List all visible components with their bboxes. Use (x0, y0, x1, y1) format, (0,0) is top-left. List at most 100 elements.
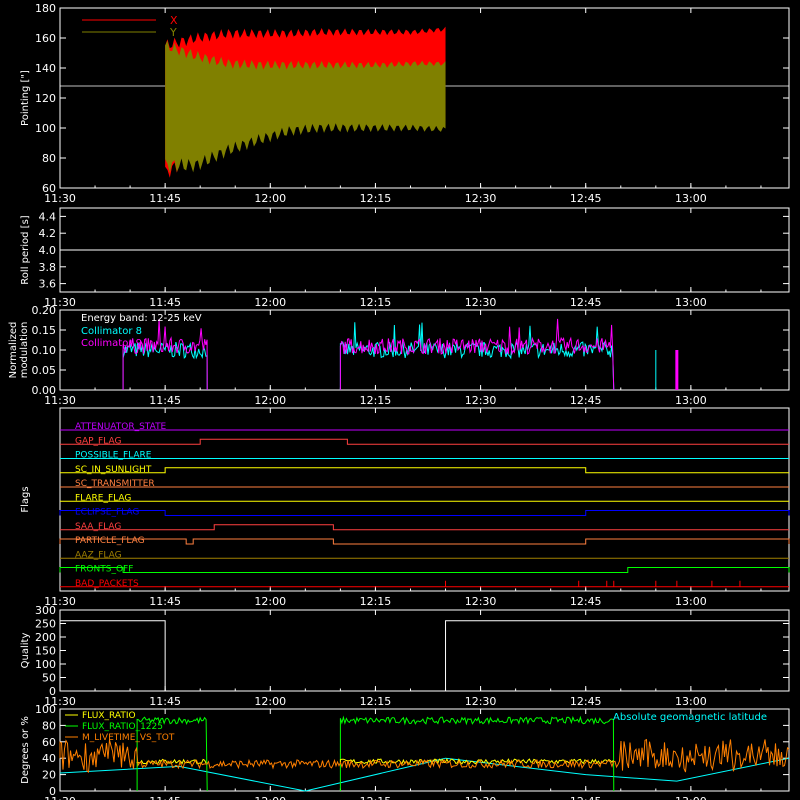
flag-label: ATTENUATOR_STATE (75, 422, 167, 432)
y-tick-label: 80 (42, 152, 56, 165)
y-axis-label: Quality (20, 633, 31, 669)
x-tick-label: 11:45 (149, 795, 181, 800)
series-collimator-8 (339, 322, 615, 391)
y-tick-label: 4.2 (39, 227, 57, 240)
panel-5: 11:30 11:45 12:00 12:15 12:30 12:45 13:00Quali… (20, 604, 790, 708)
energy-band-annotation: Energy band: 12-25 keV (81, 313, 202, 324)
plot-frame (59, 609, 790, 692)
y-tick-label: 300 (35, 604, 56, 617)
x-tick-label: 11:45 (149, 192, 181, 205)
x-tick-label: 12:15 (360, 296, 392, 309)
y-tick-label: 120 (35, 92, 56, 105)
y-tick-label: 0.00 (32, 384, 57, 397)
y-axis-label: Roll period [s] (20, 215, 31, 284)
x-tick-label: 12:15 (360, 595, 392, 608)
plot-frame (59, 407, 790, 592)
y-tick-label: 0.10 (32, 344, 57, 357)
flag-label: FLARE_FLAG (75, 493, 131, 503)
y-tick-label: 0.05 (32, 364, 57, 377)
legend-label: Y (169, 26, 177, 39)
x-tick-label: 12:30 (465, 695, 497, 708)
legend-label: Collimator 9 (81, 338, 142, 349)
y-tick-label: 0.20 (32, 304, 57, 317)
flag-label: PARTICLE_FLAG (75, 536, 145, 546)
x-tick-label: 12:45 (570, 394, 602, 407)
flag-line-eclipse-flag (59, 510, 790, 516)
x-tick-label: 11:45 (149, 394, 181, 407)
y-tick-label: 100 (35, 658, 56, 671)
flag-label: GAP_FLAG (75, 436, 121, 446)
flag-label: AAZ_FLAG (75, 550, 122, 560)
y-tick-label: 180 (35, 2, 56, 15)
x-tick-label: 13:00 (675, 296, 707, 309)
y-tick-label: 20 (42, 769, 56, 782)
panel-2: 11:30 11:45 12:00 12:15 12:30 12:45 13:00Roll … (20, 207, 790, 309)
x-tick-label: 12:30 (465, 394, 497, 407)
x-tick-label: 13:00 (675, 394, 707, 407)
flag-label: SC_IN_SUNLIGHT (75, 465, 152, 475)
x-tick-label: 11:45 (149, 595, 181, 608)
y-tick-label: 250 (35, 618, 56, 631)
panel-6: 11:3011:4512:0012:1512:3012:4513:00Degre… (20, 703, 790, 800)
flag-label: ECLIPSE_FLAG (75, 508, 139, 518)
x-tick-label: 12:00 (254, 192, 286, 205)
x-tick-label: 12:00 (254, 595, 286, 608)
x-tick-label: 12:45 (570, 695, 602, 708)
y-tick-label: 60 (42, 182, 56, 195)
x-tick-label: 12:00 (254, 296, 286, 309)
flag-line-sc-in-sunlight (60, 467, 789, 474)
x-tick-label: 12:30 (465, 595, 497, 608)
y-axis-label: Pointing ["] (20, 70, 31, 126)
x-tick-label: 13:00 (675, 595, 707, 608)
x-tick-label: 12:15 (360, 394, 392, 407)
y-tick-label: 100 (35, 703, 56, 716)
flag-label: FRONTS_OFF (75, 565, 133, 575)
flag-line-fronts-off (59, 567, 790, 573)
y-tick-label: 50 (42, 672, 56, 685)
x-tick-label: 12:45 (570, 595, 602, 608)
panel-1: 11:30 11:45 12:00 12:15 12:30 12:45 13:00Point… (20, 2, 790, 205)
y-axis-label: Normalized (8, 322, 19, 379)
y-tick-label: 160 (35, 32, 56, 45)
flag-label: BAD_PACKETS (75, 579, 139, 589)
y-tick-label: 60 (42, 736, 56, 749)
x-tick-label: 12:45 (570, 795, 602, 800)
y-tick-label: 150 (35, 645, 56, 658)
flag-label: POSSIBLE_FLARE (75, 451, 152, 461)
quality-line (60, 620, 789, 692)
y-axis-label: modulation (19, 322, 30, 379)
legend-label: M_LIVETIME_VS_TOT (82, 733, 175, 743)
y-tick-label: 100 (35, 122, 56, 135)
x-tick-label: 13:00 (675, 695, 707, 708)
x-tick-label: 12:30 (465, 795, 497, 800)
x-tick-label: 12:45 (570, 192, 602, 205)
y-tick-label: 80 (42, 719, 56, 732)
y-tick-label: 200 (35, 631, 56, 644)
x-tick-label: 12:00 (254, 394, 286, 407)
y-tick-label: 0 (49, 785, 56, 798)
y-axis-label: Degrees or % (20, 716, 31, 784)
y-tick-label: 0 (49, 685, 56, 698)
flag-line-gap-flag (60, 438, 789, 445)
x-tick-label: 12:30 (465, 296, 497, 309)
y-tick-label: 0.15 (32, 324, 57, 337)
y-tick-label: 4.4 (39, 210, 57, 223)
chart-canvas: 11:30 11:45 12:00 12:15 12:30 12:45 13:00Point… (8, 2, 790, 800)
y-tick-label: 140 (35, 62, 56, 75)
x-tick-label: 12:45 (570, 296, 602, 309)
flag-label: SC_TRANSMITTER (75, 479, 155, 489)
y-axis-label: Flags (20, 486, 31, 512)
flag-label: SAA_FLAG (75, 522, 121, 532)
legend-label: FLUX_RATIO_1225 (82, 722, 163, 732)
x-tick-label: 12:00 (254, 695, 286, 708)
flag-line-saa-flag (60, 524, 789, 531)
panel-3: 11:30 11:45 12:00 12:15 12:30 12:45 13:00Norma… (8, 304, 790, 407)
y-tick-label: 40 (42, 752, 56, 765)
x-tick-label: 12:00 (254, 795, 286, 800)
y-tick-label: 3.8 (39, 261, 57, 274)
y-tick-label: 4.0 (39, 244, 57, 257)
flag-line-particle-flag (59, 538, 790, 545)
x-tick-label: 13:00 (675, 192, 707, 205)
legend-label: FLUX_RATIO (82, 711, 136, 721)
flux-ratio-1225-line (339, 715, 615, 792)
